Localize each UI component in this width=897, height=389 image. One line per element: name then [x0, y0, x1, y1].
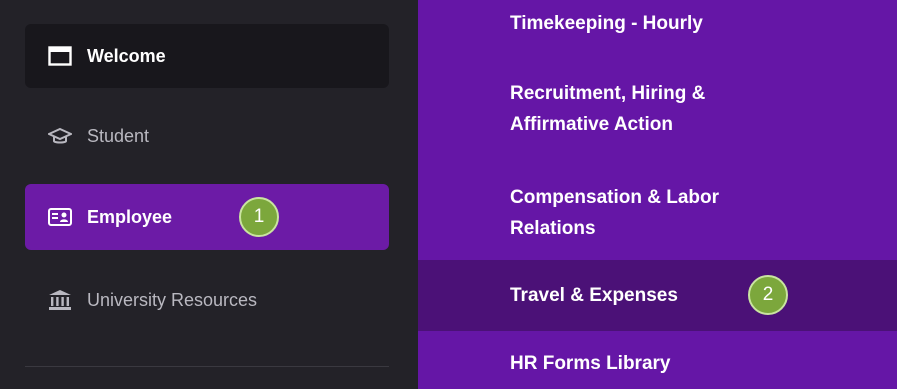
submenu-item-label: Recruitment, Hiring & Affirmative Action [510, 83, 706, 135]
submenu-item-travel-expenses[interactable]: Travel & Expenses [418, 260, 897, 331]
step-badge-1: 1 [239, 197, 279, 237]
submenu-item-label: Compensation & Labor Relations [510, 187, 720, 239]
divider [25, 366, 389, 367]
submenu-item-recruitment[interactable]: Recruitment, Hiring & Affirmative Action [418, 78, 897, 140]
sidebar-item-university-resources[interactable]: University Resources [25, 270, 389, 330]
sidebar-item-label: Student [87, 125, 150, 146]
sidebar: Welcome Student Employee University Reso… [0, 0, 418, 389]
step-badge-2: 2 [748, 275, 788, 315]
sidebar-item-student[interactable]: Student [25, 106, 389, 166]
submenu-item-compensation[interactable]: Compensation & Labor Relations [418, 182, 897, 244]
submenu-item-hr-forms-library[interactable]: HR Forms Library [418, 348, 897, 379]
sidebar-item-label: Employee [87, 206, 173, 227]
id-card-icon [47, 206, 73, 228]
sidebar-item-label: Welcome [87, 45, 166, 66]
sidebar-item-welcome[interactable]: Welcome [25, 24, 389, 88]
university-building-icon [47, 289, 73, 311]
graduation-cap-icon [47, 125, 73, 147]
window-icon [47, 45, 73, 67]
submenu-item-timekeeping-hourly[interactable]: Timekeeping - Hourly [418, 8, 897, 39]
sidebar-item-employee[interactable]: Employee [25, 184, 389, 250]
submenu-item-label: Travel & Expenses [510, 285, 678, 306]
employee-submenu: Timekeeping - Hourly Recruitment, Hiring… [418, 0, 897, 389]
sidebar-item-label: University Resources [87, 289, 258, 310]
